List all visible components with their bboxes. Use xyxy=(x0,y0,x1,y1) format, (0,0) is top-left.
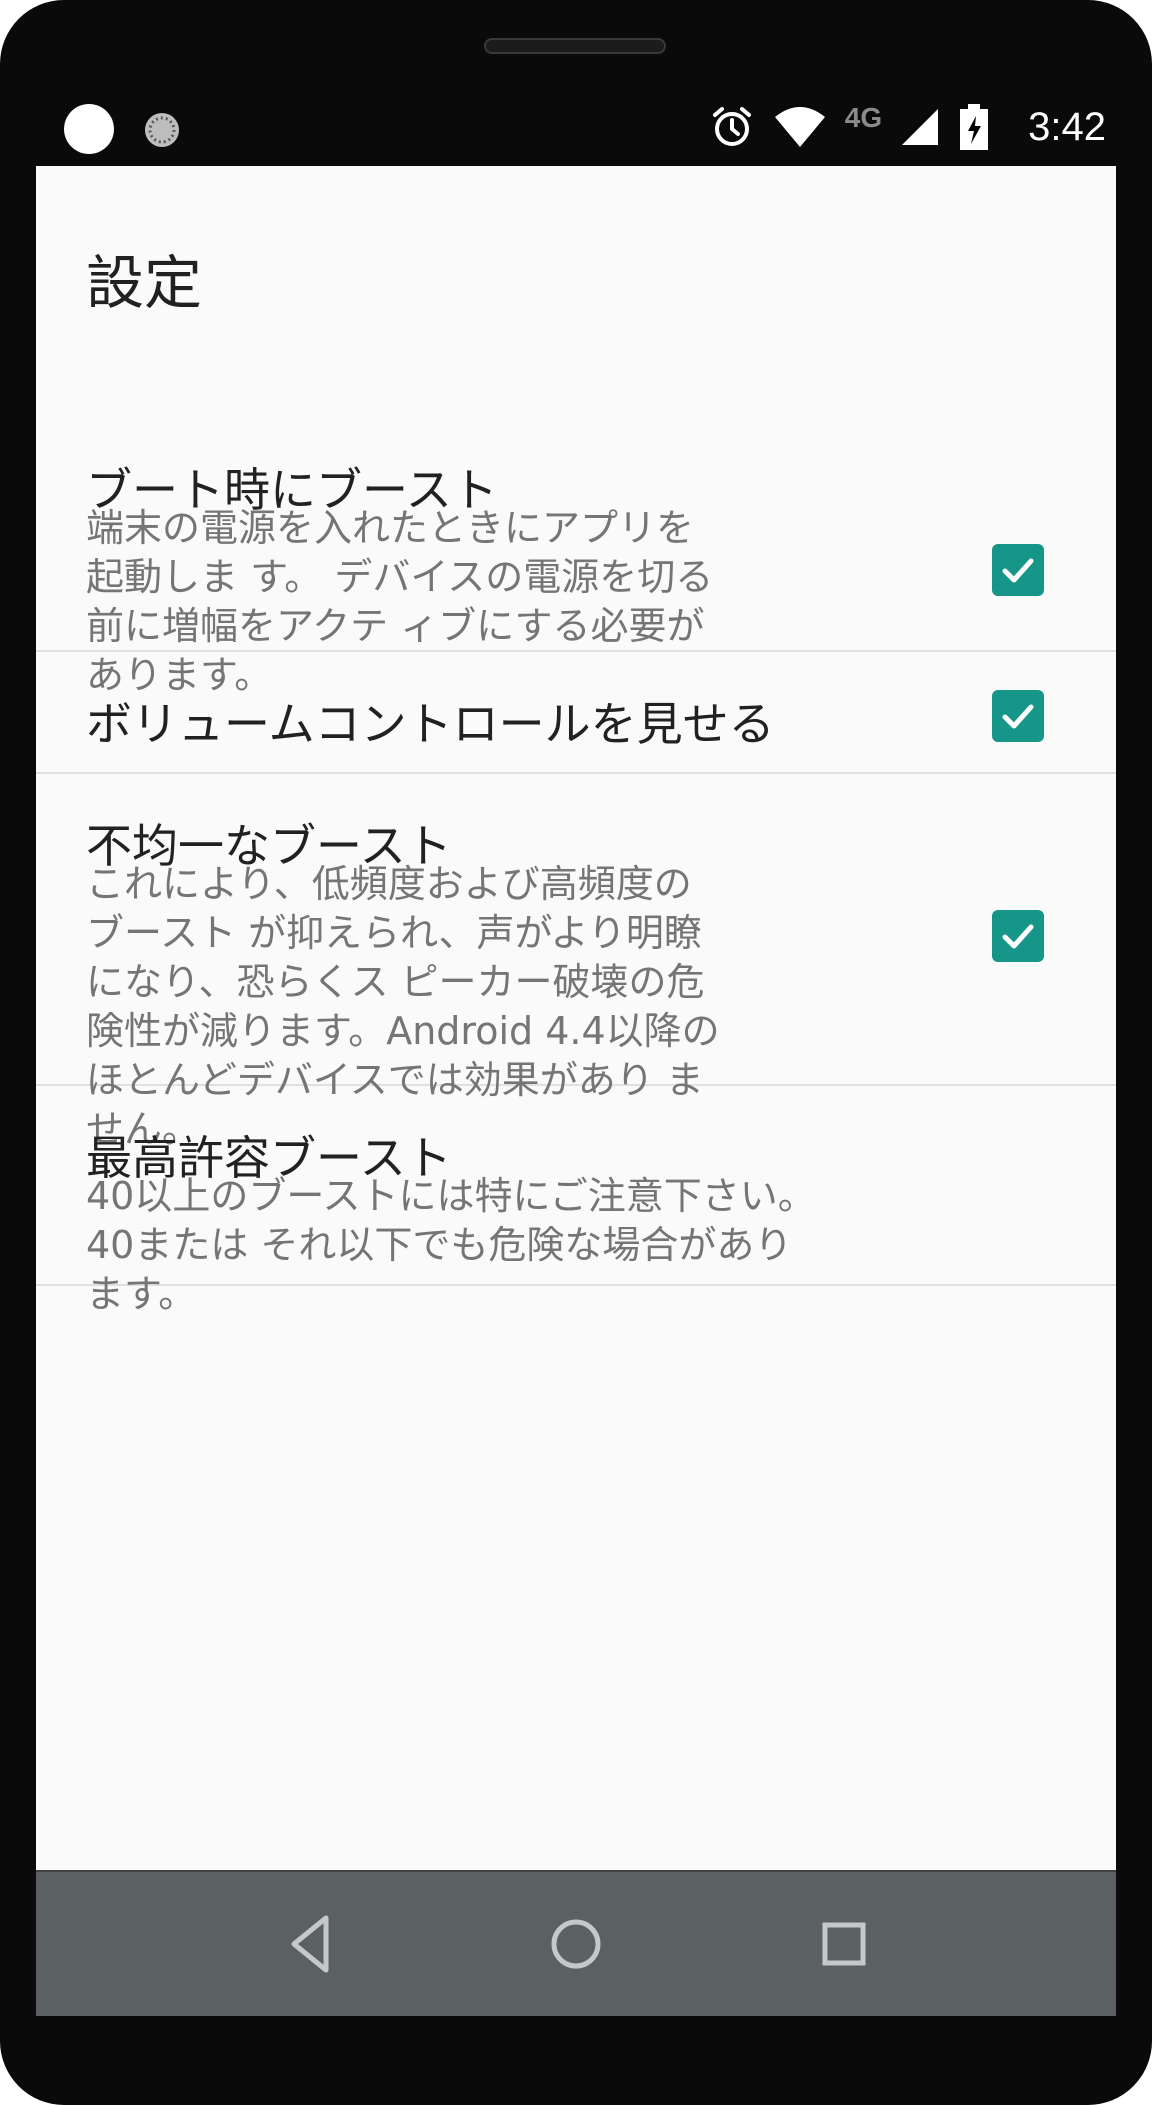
back-button[interactable] xyxy=(274,1906,350,1982)
home-button[interactable] xyxy=(538,1906,614,1982)
pref-title: ボリュームコントロールを見せる xyxy=(86,697,775,751)
check-icon xyxy=(1002,924,1034,949)
notification-dot-icon xyxy=(64,104,114,154)
device-frame: 4G 3:42 設定 ブート時にブースト 端末の電源を入れたときにアプリを起動しま… xyxy=(0,0,1152,2105)
check-icon xyxy=(1002,704,1034,729)
pref-boost-on-boot[interactable]: ブート時にブースト 端末の電源を入れたときにアプリを起動しま す。 デバイスの電源… xyxy=(36,366,1116,697)
status-icons: 4G 3:42 xyxy=(709,88,1106,166)
cell-signal-icon xyxy=(902,109,939,145)
pref-checkbox[interactable] xyxy=(992,544,1044,596)
recents-icon xyxy=(822,1922,866,1966)
pref-max-allowed-boost[interactable]: 最高許容ブースト 40以上のブーストには特にご注意下さい。40または それ以下でも… xyxy=(36,1086,1116,1316)
home-icon xyxy=(551,1919,601,1969)
navigation-bar xyxy=(36,1870,1116,2016)
settings-screen: 設定 ブート時にブースト 端末の電源を入れたときにアプリを起動しま す。 デバイス… xyxy=(36,166,1116,1870)
back-icon xyxy=(291,1915,329,1973)
pref-summary: 40以上のブーストには特にご注意下さい。40または それ以下でも危険な場合があり… xyxy=(86,1174,816,1316)
earpiece-speaker xyxy=(484,38,666,54)
wifi-icon xyxy=(774,107,825,147)
pref-show-volume-control[interactable]: ボリュームコントロールを見せる xyxy=(36,652,1116,774)
network-type-label: 4G xyxy=(844,102,883,133)
pref-checkbox[interactable] xyxy=(992,910,1044,962)
status-bar: 4G 3:42 xyxy=(36,88,1116,166)
status-time: 3:42 xyxy=(1028,104,1106,149)
check-icon xyxy=(1002,558,1034,583)
loading-spinner-icon xyxy=(145,113,179,147)
recents-button[interactable] xyxy=(806,1906,882,1982)
page-title: 設定 xyxy=(86,249,203,317)
pref-checkbox[interactable] xyxy=(992,690,1044,742)
battery-charging-icon xyxy=(960,104,989,150)
pref-uneven-boost[interactable]: 不均一なブースト これにより、低頻度および高頻度のブースト が抑えられ、声がより明… xyxy=(36,774,1116,1151)
alarm-icon xyxy=(712,107,751,146)
